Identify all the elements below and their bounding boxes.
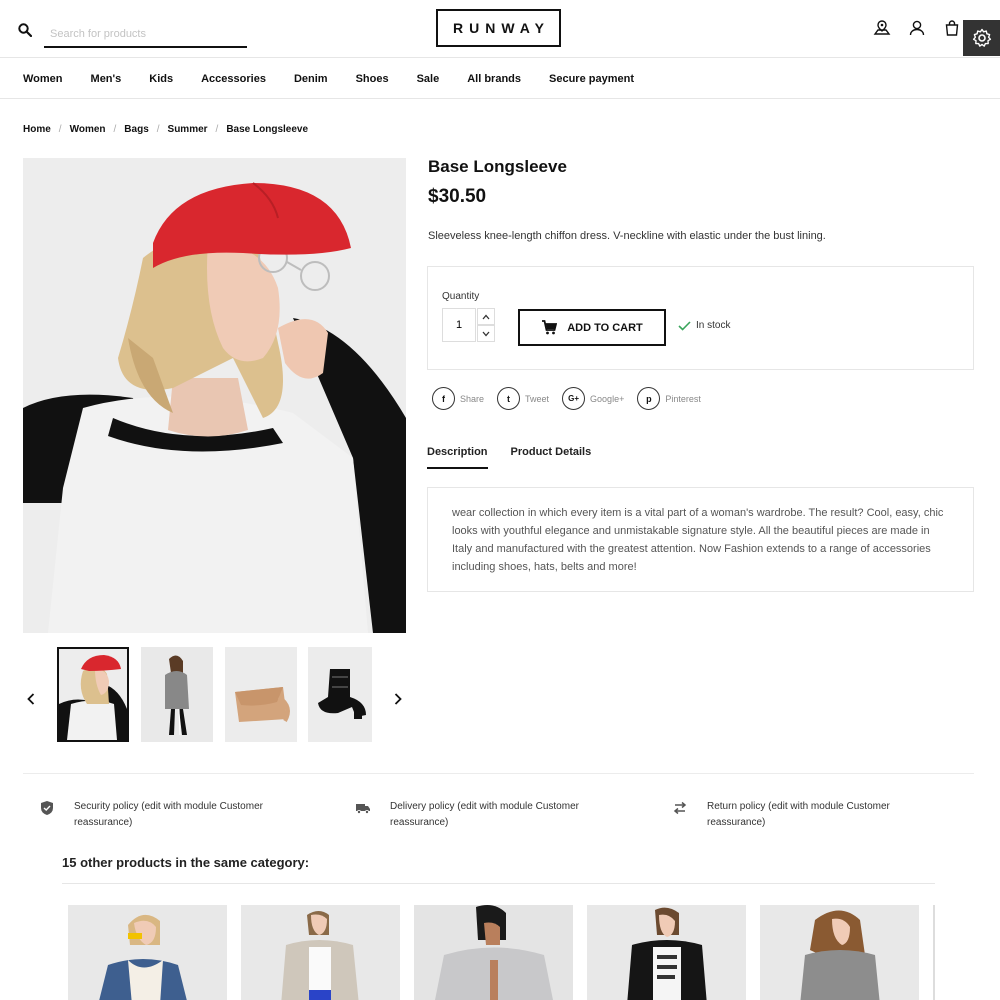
share-label: Share bbox=[460, 393, 485, 404]
share-facebook-button[interactable]: f Share bbox=[432, 387, 484, 410]
reassurance-text: Return policy (edit with module Customer… bbox=[707, 801, 890, 828]
share-googleplus-button[interactable]: G+ Google+ bbox=[562, 387, 624, 410]
thumbnail[interactable] bbox=[308, 647, 372, 742]
chevron-left-icon[interactable] bbox=[24, 692, 38, 706]
search-input[interactable] bbox=[44, 22, 247, 48]
description-panel: wear collection in which every item is a… bbox=[427, 487, 974, 592]
breadcrumb-women[interactable]: Women bbox=[70, 124, 106, 135]
thumbnail[interactable] bbox=[141, 647, 213, 742]
site-header: RUNWAY bbox=[0, 0, 1000, 58]
nav-item-shoes[interactable]: Shoes bbox=[356, 73, 389, 85]
related-product-card[interactable] bbox=[68, 905, 227, 1000]
breadcrumb: Home / Women / Bags / Summer / Base Longslee… bbox=[23, 124, 309, 135]
googleplus-icon: G+ bbox=[562, 387, 586, 410]
nav-item-mens[interactable]: Men's bbox=[91, 73, 122, 85]
related-products-title: 15 other products in the same category: bbox=[62, 855, 310, 870]
tab-product-details[interactable]: Product Details bbox=[511, 446, 592, 469]
main-nav: Women Men's Kids Accessories Denim Shoes… bbox=[0, 59, 1000, 99]
nav-item-sale[interactable]: Sale bbox=[417, 73, 440, 85]
breadcrumb-summer[interactable]: Summer bbox=[168, 124, 208, 135]
truck-icon bbox=[356, 804, 370, 814]
quantity-field[interactable] bbox=[442, 308, 476, 342]
divider bbox=[62, 883, 935, 884]
settings-button[interactable] bbox=[963, 20, 1000, 56]
description-text: wear collection in which every item is a… bbox=[452, 507, 944, 573]
cart-icon[interactable] bbox=[942, 18, 962, 38]
thumbnail-carousel bbox=[23, 647, 413, 743]
related-product-card[interactable] bbox=[760, 905, 919, 1000]
related-product-card[interactable] bbox=[587, 905, 746, 1000]
stock-label: In stock bbox=[696, 320, 731, 331]
breadcrumb-bags[interactable]: Bags bbox=[124, 124, 148, 135]
social-share: f Share t Tweet G+ Google+ p Pinterest bbox=[432, 387, 714, 410]
reassurance-security: Security policy (edit with module Custom… bbox=[39, 799, 309, 831]
user-icon[interactable] bbox=[907, 18, 927, 38]
divider bbox=[23, 773, 974, 774]
chevron-right-icon[interactable] bbox=[391, 692, 405, 706]
nav-item-denim[interactable]: Denim bbox=[294, 73, 328, 85]
quantity-increase-button[interactable] bbox=[477, 308, 495, 325]
breadcrumb-home[interactable]: Home bbox=[23, 124, 51, 135]
share-label: Pinterest bbox=[665, 393, 701, 404]
site-logo[interactable]: RUNWAY bbox=[436, 9, 561, 47]
thumbnail[interactable] bbox=[57, 647, 129, 742]
facebook-icon: f bbox=[432, 387, 455, 410]
share-twitter-button[interactable]: t Tweet bbox=[497, 387, 549, 410]
reassurance-delivery: Delivery policy (edit with module Custom… bbox=[355, 799, 625, 831]
nav-item-women[interactable]: Women bbox=[23, 73, 63, 85]
nav-item-all-brands[interactable]: All brands bbox=[467, 73, 521, 85]
reassurance-return: Return policy (edit with module Customer… bbox=[672, 799, 942, 831]
add-to-cart-button[interactable]: ADD TO CART bbox=[518, 309, 666, 346]
check-icon bbox=[678, 320, 691, 331]
add-to-cart-label: ADD TO CART bbox=[567, 321, 643, 334]
swap-arrows-icon bbox=[673, 801, 687, 815]
product-main-image[interactable] bbox=[23, 158, 406, 633]
twitter-icon: t bbox=[497, 387, 521, 410]
related-product-card[interactable] bbox=[414, 905, 573, 1000]
breadcrumb-current: Base Longsleeve bbox=[226, 124, 309, 135]
stock-status: In stock bbox=[678, 320, 730, 331]
nav-item-kids[interactable]: Kids bbox=[149, 73, 173, 85]
pinterest-icon: p bbox=[637, 387, 661, 410]
share-label: Tweet bbox=[525, 393, 550, 404]
quantity-label: Quantity bbox=[442, 291, 480, 302]
reassurance-text: Security policy (edit with module Custom… bbox=[74, 801, 263, 828]
search-icon[interactable] bbox=[18, 23, 32, 37]
product-title: Base Longsleeve bbox=[428, 157, 567, 176]
chevron-up-icon bbox=[482, 314, 490, 319]
reassurance-text: Delivery policy (edit with module Custom… bbox=[390, 801, 579, 828]
product-short-description: Sleeveless knee-length chiffon dress. V-… bbox=[428, 230, 826, 242]
product-tabs: Description Product Details bbox=[427, 446, 591, 469]
related-product-card[interactable] bbox=[241, 905, 400, 1000]
chevron-down-icon bbox=[482, 331, 490, 336]
share-label: Google+ bbox=[590, 393, 625, 404]
thumbnail[interactable] bbox=[225, 647, 297, 742]
quantity-decrease-button[interactable] bbox=[477, 325, 495, 342]
nav-item-secure-payment[interactable]: Secure payment bbox=[549, 73, 634, 85]
store-locator-icon[interactable] bbox=[872, 18, 892, 38]
product-price: $30.50 bbox=[428, 186, 487, 207]
nav-item-accessories[interactable]: Accessories bbox=[201, 73, 266, 85]
add-to-cart-panel bbox=[427, 266, 974, 370]
share-pinterest-button[interactable]: p Pinterest bbox=[637, 387, 701, 410]
tab-description[interactable]: Description bbox=[427, 446, 488, 469]
gear-icon bbox=[972, 28, 991, 47]
cart-icon bbox=[542, 320, 558, 335]
divider bbox=[933, 905, 935, 1000]
shield-icon bbox=[41, 801, 53, 815]
